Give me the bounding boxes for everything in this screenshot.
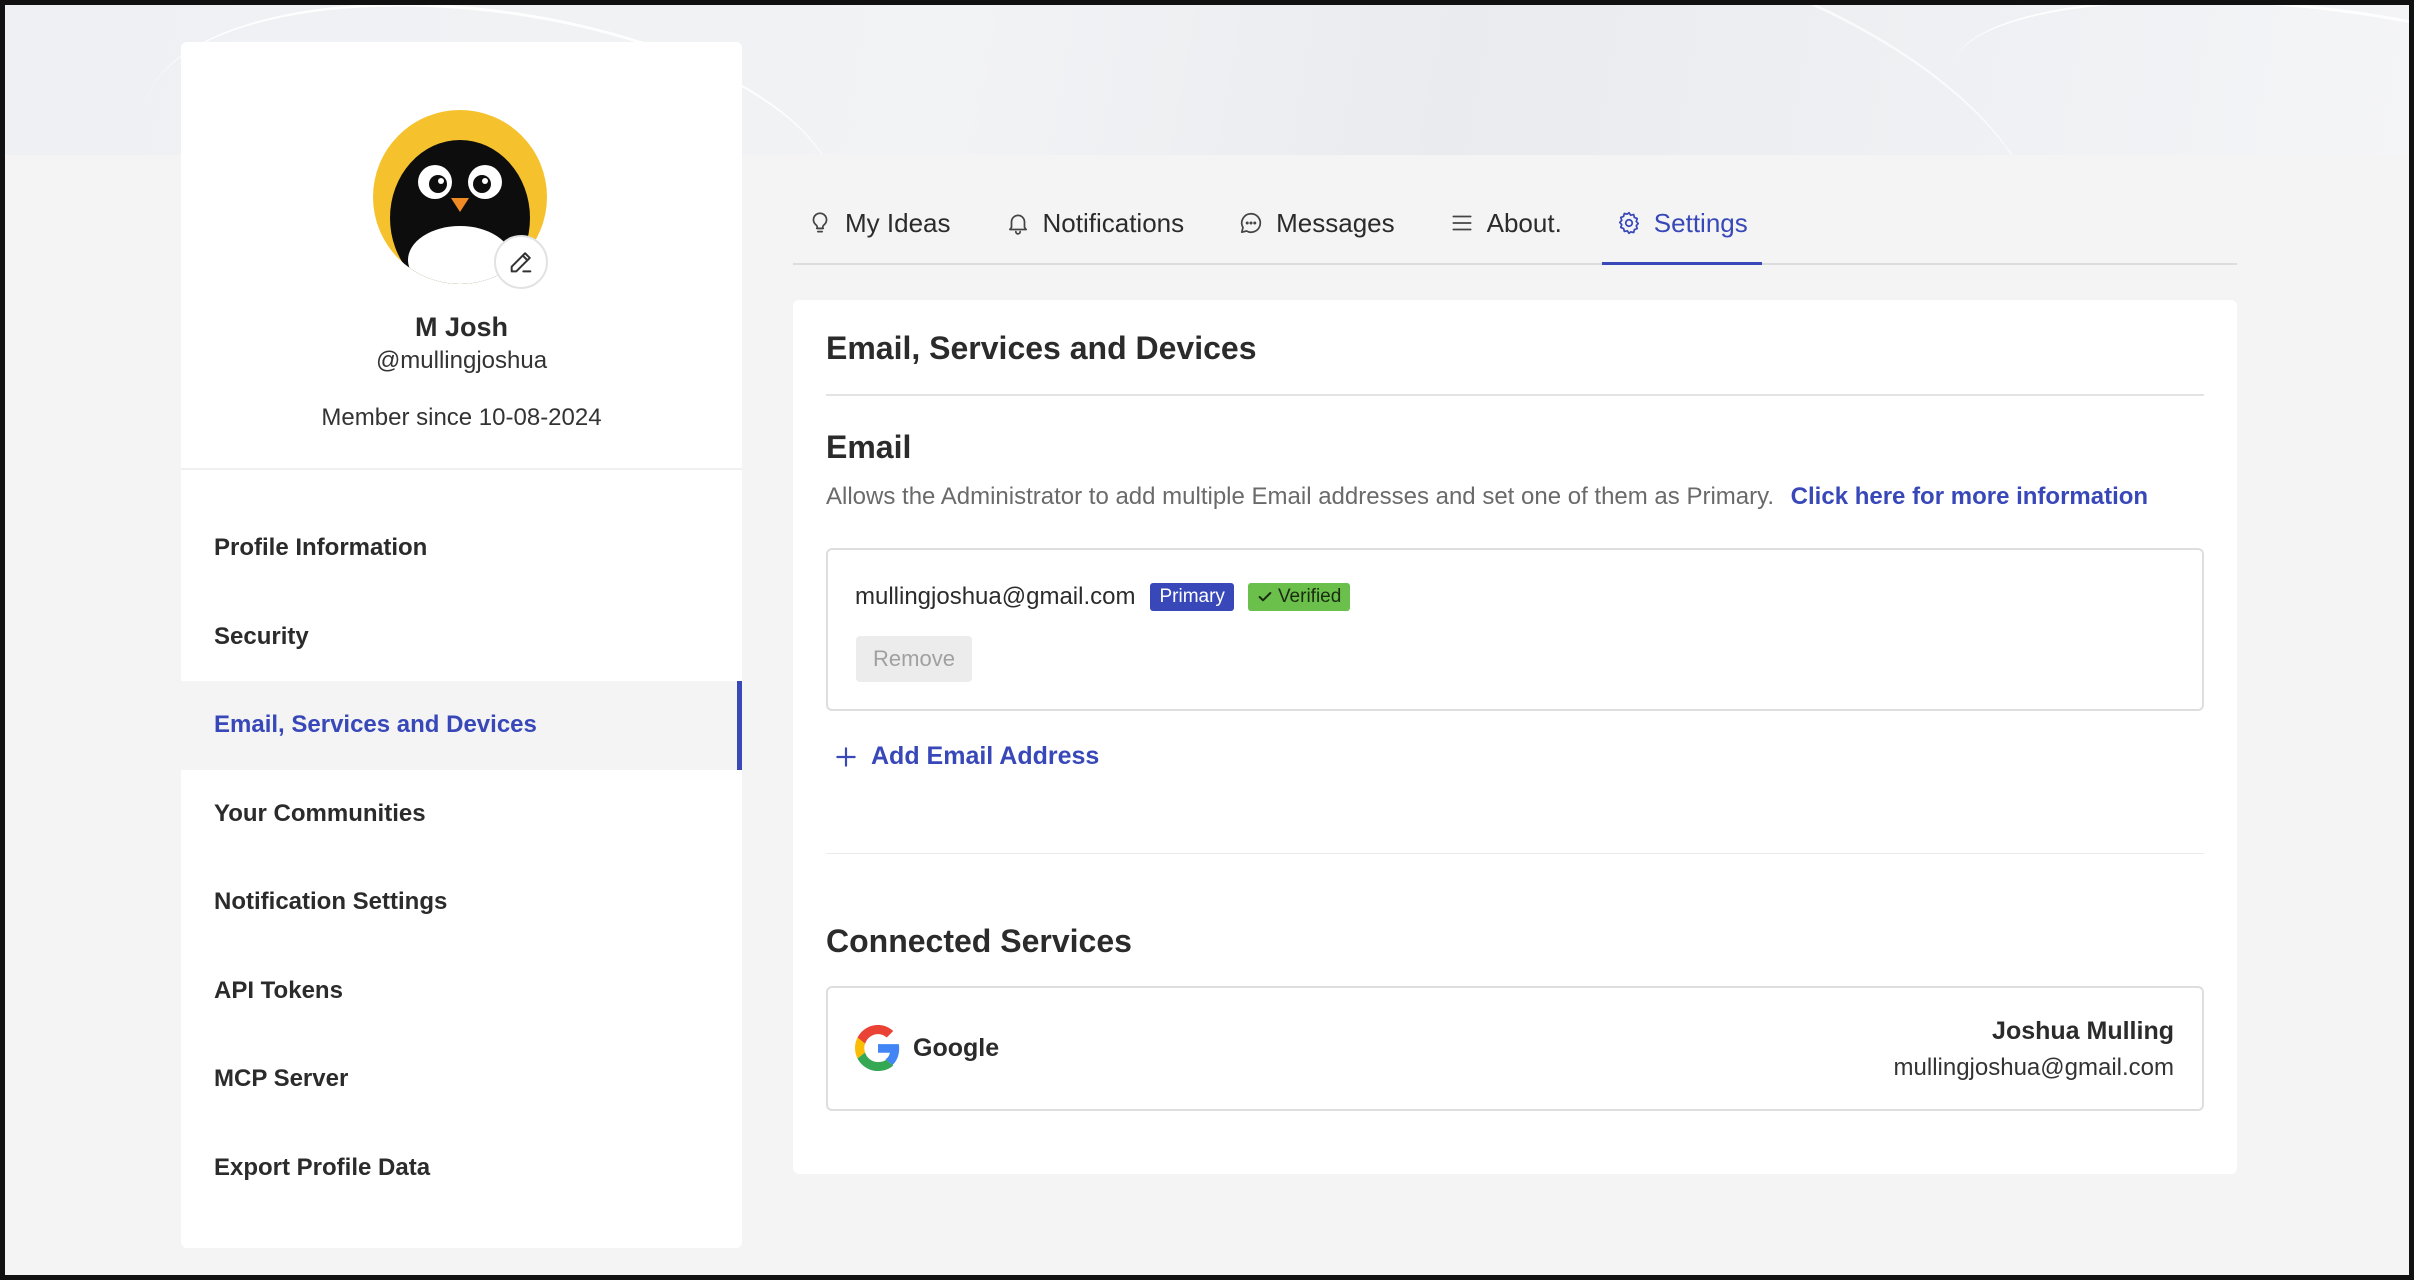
email-address: mullingjoshua@gmail.com (855, 583, 1136, 610)
menu-lines-icon (1452, 215, 1472, 231)
sidebar-item-mcp-server[interactable]: MCP Server (181, 1035, 742, 1124)
tab-label: My Ideas (845, 207, 951, 238)
profile-name: M Josh (414, 312, 508, 342)
service-row: Google Joshua Mulling mullingjoshua@gmai… (826, 986, 2204, 1111)
pencil-icon (510, 252, 532, 273)
primary-badge: Primary (1150, 583, 1234, 611)
tab-label: Notifications (1042, 207, 1185, 238)
tab-settings[interactable]: Settings (1601, 183, 1762, 265)
checkmark-icon (1258, 592, 1272, 602)
remove-email-button[interactable]: Remove (856, 636, 972, 682)
page-title: Email, Services and Devices (826, 330, 1257, 366)
email-description: Allows the Administrator to add multiple… (826, 483, 2148, 511)
tab-my-ideas[interactable]: My Ideas (793, 183, 965, 263)
email-row: mullingjoshua@gmail.com Primary Verified (855, 583, 1364, 611)
google-icon (855, 1025, 900, 1071)
service-account: Joshua Mulling mullingjoshua@gmail.com (1894, 1017, 2174, 1082)
edit-avatar-button[interactable] (494, 235, 548, 289)
profile-tabs: My Ideas Notifications Messages About. S… (793, 183, 2237, 265)
tab-messages[interactable]: Messages (1224, 183, 1409, 263)
verified-label: Verified (1277, 586, 1342, 607)
gear-icon (1618, 211, 1639, 235)
sidebar-item-profile-information[interactable]: Profile Information (181, 504, 742, 593)
profile-handle: @mullingjoshua (375, 347, 548, 374)
sidebar-item-api-tokens[interactable]: API Tokens (181, 947, 742, 1036)
title-divider (826, 394, 2204, 396)
chat-bubble-icon (1241, 212, 1262, 234)
sidebar-item-notification-settings[interactable]: Notification Settings (181, 858, 742, 947)
email-entry: mullingjoshua@gmail.com Primary Verified… (826, 548, 2204, 711)
verified-badge: Verified (1247, 583, 1351, 611)
tab-label: About. (1486, 207, 1562, 238)
profile-card: M Josh @mullingjoshua Member since 10-08… (181, 42, 742, 1248)
settings-panel: Email, Services and Devices Email Allows… (793, 300, 2237, 1174)
bell-icon (1008, 214, 1027, 235)
sidebar-item-your-communities[interactable]: Your Communities (181, 770, 742, 859)
service-name: Google (913, 1033, 1000, 1062)
section-divider (826, 853, 2204, 854)
lightbulb-icon (812, 212, 828, 233)
plus-icon (836, 746, 856, 767)
tab-about[interactable]: About. (1435, 183, 1576, 263)
tab-notifications[interactable]: Notifications (991, 183, 1199, 263)
service-user-name: Joshua Mulling (1992, 1017, 2174, 1045)
service-user-email: mullingjoshua@gmail.com (1893, 1054, 2174, 1081)
add-email-button[interactable]: Add Email Address (833, 742, 1099, 771)
profile-divider (181, 468, 742, 470)
tab-label: Settings (1653, 207, 1748, 238)
email-section-title: Email (826, 429, 912, 465)
sidebar-item-email-services-devices[interactable]: Email, Services and Devices (181, 681, 742, 770)
sidebar-item-security[interactable]: Security (181, 593, 742, 682)
add-email-label: Add Email Address (871, 742, 1100, 770)
tab-label: Messages (1276, 207, 1395, 238)
connected-services-title: Connected Services (826, 923, 1132, 959)
member-since: Member since 10-08-2024 (321, 404, 602, 431)
service-identity: Google (855, 1025, 999, 1071)
sidebar-item-export-profile-data[interactable]: Export Profile Data (181, 1124, 742, 1213)
settings-sidebar: Profile Information Security Email, Serv… (181, 504, 742, 1212)
more-info-link[interactable]: Click here for more information (1791, 483, 2148, 510)
email-description-text: Allows the Administrator to add multiple… (826, 483, 1774, 510)
